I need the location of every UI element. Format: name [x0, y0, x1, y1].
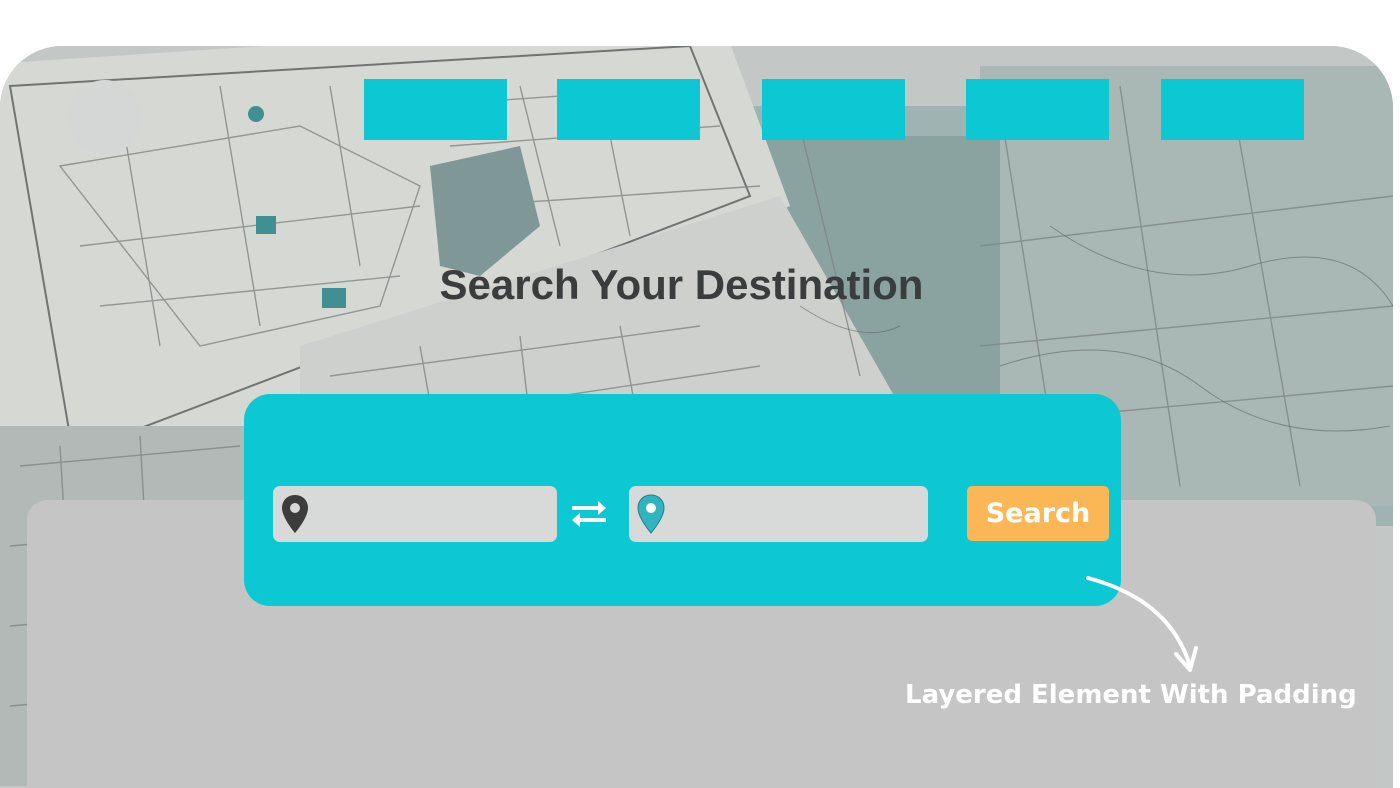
from-location-input[interactable] [317, 486, 551, 542]
search-button[interactable]: Search [967, 486, 1109, 541]
annotation-label: Layered Element With Padding [905, 680, 1357, 710]
page-frame: Search Your Destination Search Layered E… [0, 46, 1393, 788]
nav-item-4[interactable] [966, 79, 1109, 140]
search-card: Search [244, 394, 1121, 606]
logo-circle[interactable] [68, 80, 142, 154]
to-location-field[interactable] [629, 486, 928, 542]
nav-item-5[interactable] [1161, 79, 1304, 140]
swap-arrows-icon[interactable] [566, 497, 612, 536]
page-title: Search Your Destination [439, 261, 924, 308]
nav-item-1[interactable] [364, 79, 507, 140]
from-location-field[interactable] [273, 486, 557, 542]
nav-item-3[interactable] [762, 79, 905, 140]
location-pin-icon [281, 494, 309, 539]
to-location-input[interactable] [673, 486, 922, 542]
curved-arrow-icon [1080, 570, 1210, 685]
location-pin-icon [637, 494, 665, 539]
nav-item-2[interactable] [557, 79, 700, 140]
